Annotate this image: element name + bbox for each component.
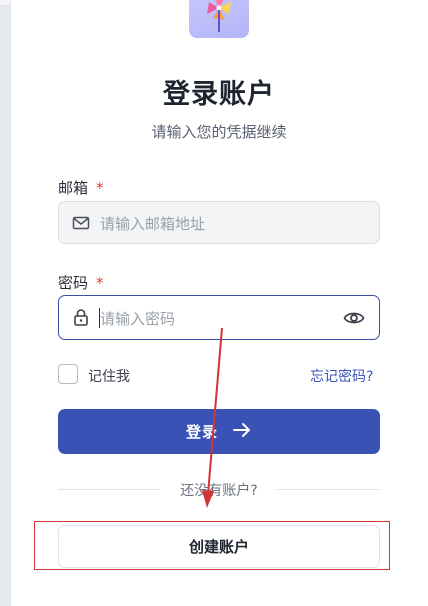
email-field[interactable]: 请输入邮箱地址 <box>58 201 380 244</box>
pinwheel-logo <box>189 0 249 38</box>
page-title: 登录账户 <box>163 79 275 110</box>
page-subtitle: 请输入您的凭据继续 <box>151 123 287 141</box>
eye-icon[interactable] <box>343 308 365 328</box>
create-account-label: 创建账户 <box>188 538 249 556</box>
remember-label: 记住我 <box>88 369 130 385</box>
login-button[interactable]: 登录 <box>58 409 380 454</box>
password-field[interactable]: 请输入密码 <box>58 295 380 340</box>
remember-checkbox[interactable] <box>58 364 78 384</box>
email-label: 邮箱 * <box>58 177 104 198</box>
forgot-password-link[interactable]: 忘记密码? <box>310 366 373 386</box>
mail-icon <box>72 214 90 232</box>
email-label-text: 邮箱 <box>58 179 89 197</box>
required-marker: * <box>96 179 104 197</box>
create-account-button[interactable]: 创建账户 <box>58 525 380 568</box>
lock-icon <box>72 308 90 326</box>
password-label: 密码 * <box>58 272 104 293</box>
password-placeholder: 请输入密码 <box>100 310 176 328</box>
password-label-text: 密码 <box>58 274 89 292</box>
email-placeholder: 请输入邮箱地址 <box>100 215 206 233</box>
required-marker: * <box>96 274 104 292</box>
login-button-label: 登录 <box>185 423 218 441</box>
divider-text: 还没有账户? <box>180 483 258 499</box>
arrow-right-icon <box>232 422 252 442</box>
